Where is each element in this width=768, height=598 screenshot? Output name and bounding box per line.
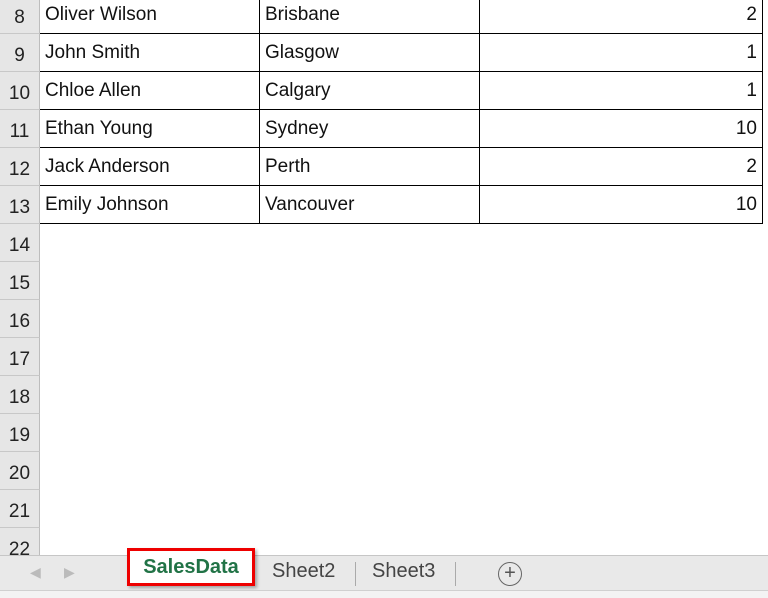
row-header[interactable]: 10 [0, 72, 40, 110]
row-header[interactable]: 11 [0, 110, 40, 148]
cell-city[interactable]: Brisbane [260, 0, 480, 34]
row-header[interactable]: 14 [0, 224, 40, 262]
row-header[interactable]: 19 [0, 414, 40, 452]
cell-city[interactable]: Vancouver [260, 186, 480, 224]
spreadsheet-grid[interactable]: 8Oliver WilsonBrisbane29John SmithGlasgo… [0, 0, 768, 555]
scroll-tabs-left-icon[interactable]: ◀ [30, 564, 41, 581]
cell-name[interactable]: Oliver Wilson [40, 0, 260, 34]
row-header[interactable]: 22 [0, 528, 40, 555]
cell-quantity[interactable]: 10 [480, 110, 763, 148]
row-header[interactable]: 8 [0, 0, 40, 34]
tab-divider [455, 562, 456, 586]
row-header[interactable]: 18 [0, 376, 40, 414]
cell-name[interactable]: John Smith [40, 34, 260, 72]
add-sheet-button[interactable]: + [498, 562, 522, 586]
cell-quantity[interactable]: 1 [480, 34, 763, 72]
cell-city[interactable]: Sydney [260, 110, 480, 148]
cell-quantity[interactable]: 1 [480, 72, 763, 110]
cell-name[interactable]: Ethan Young [40, 110, 260, 148]
cell-name[interactable]: Chloe Allen [40, 72, 260, 110]
row-header[interactable]: 20 [0, 452, 40, 490]
scroll-tabs-right-icon[interactable]: ▶ [64, 564, 75, 581]
tab-salesdata[interactable]: SalesData [127, 548, 255, 586]
row-header[interactable]: 9 [0, 34, 40, 72]
cell-city[interactable]: Perth [260, 148, 480, 186]
tab-sheet3[interactable]: Sheet3 [372, 556, 435, 588]
row-header[interactable]: 15 [0, 262, 40, 300]
row-header[interactable]: 13 [0, 186, 40, 224]
cell-quantity[interactable]: 10 [480, 186, 763, 224]
row-header[interactable]: 16 [0, 300, 40, 338]
row-header[interactable]: 12 [0, 148, 40, 186]
cell-city[interactable]: Glasgow [260, 34, 480, 72]
row-header[interactable]: 21 [0, 490, 40, 528]
tab-sheet2[interactable]: Sheet2 [272, 556, 335, 588]
cell-name[interactable]: Jack Anderson [40, 148, 260, 186]
row-header[interactable]: 17 [0, 338, 40, 376]
cell-city[interactable]: Calgary [260, 72, 480, 110]
cell-quantity[interactable]: 2 [480, 148, 763, 186]
cell-quantity[interactable]: 2 [480, 0, 763, 34]
sheet-tab-bar: ◀ ▶ SalesData Sheet2 Sheet3 + [0, 555, 768, 591]
tab-divider [355, 562, 356, 586]
cell-name[interactable]: Emily Johnson [40, 186, 260, 224]
